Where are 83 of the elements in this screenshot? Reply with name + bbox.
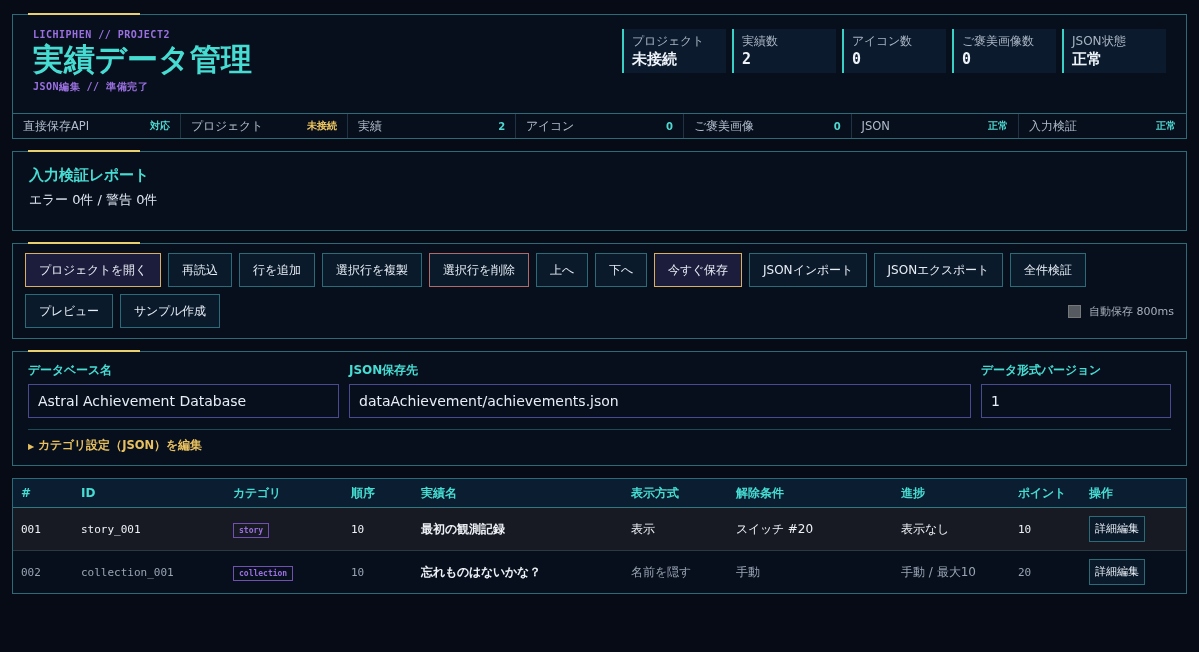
autosave-checkbox[interactable]	[1068, 304, 1082, 318]
stat-label: ご褒美画像数	[962, 33, 1035, 50]
edit-button[interactable]: 詳細編集	[1089, 559, 1145, 585]
toolbar-button[interactable]: 全件検証	[1010, 253, 1087, 287]
status-label: 直接保存API	[23, 118, 90, 134]
status-label: アイコン	[526, 118, 575, 134]
name-cell-text: 最初の観測記録	[421, 520, 506, 538]
field-label: JSON保存先	[349, 362, 420, 379]
breadcrumb: LICHIPHEN // PROJECT2	[33, 29, 171, 40]
field-label: データ形式バージョン	[981, 362, 1102, 379]
column-header: 順序	[351, 484, 376, 502]
column-header: 操作	[1089, 484, 1114, 502]
subtitle: JSON編集 // 準備完了	[33, 80, 150, 95]
status-label: JSON	[861, 119, 890, 133]
condition-cell-text: 手動	[736, 563, 761, 581]
column-header: #	[21, 486, 33, 500]
progress-cell-text: 手動 / 最大10	[901, 563, 977, 581]
status-value: 正常	[988, 119, 1009, 133]
status-value: 正常	[1156, 119, 1177, 133]
status-value: 2	[498, 120, 506, 132]
condition-cell-text: スイッチ #20	[736, 520, 815, 538]
stat-value: 正常	[1072, 50, 1103, 69]
column-header: 実績名	[421, 484, 458, 502]
points-cell-text: 20	[1018, 565, 1033, 579]
stat-value: 2	[742, 50, 753, 68]
column-header: ID	[81, 486, 97, 500]
toolbar-button[interactable]: 上へ	[536, 253, 588, 287]
status-label: ご褒美画像	[693, 118, 754, 134]
status-value: 0	[665, 120, 673, 132]
toolbar-button[interactable]: 行を追加	[239, 253, 315, 287]
id-cell-text: collection_001	[81, 565, 175, 579]
page-title: 実績データ管理	[33, 42, 252, 77]
display-cell-text: 表示	[631, 520, 656, 538]
stat-value: 0	[852, 50, 863, 68]
status-label: 実績	[358, 118, 383, 134]
toolbar-button[interactable]: 今すぐ保存	[654, 253, 742, 287]
toolbar-button[interactable]: JSONインポート	[749, 253, 867, 287]
toolbar-button[interactable]: 再読込	[168, 253, 232, 287]
toolbar-button[interactable]: プレビュー	[25, 294, 113, 328]
table-row[interactable]: 002 collection_001 collection 10 忘れものはないかな？ 名前を隠す 手動 手動 / 最大10 20 詳細編集	[13, 551, 1186, 593]
row-number: 002	[21, 565, 42, 579]
column-header: カテゴリ	[233, 484, 282, 502]
table-row[interactable]: 001 story_001 story 10 最初の観測記録 表示 スイッチ #20 表示なし 10 詳細編集	[13, 508, 1186, 551]
stat-label: プロジェクト	[632, 33, 705, 50]
field-label: データベース名	[28, 362, 113, 379]
row-number: 001	[21, 522, 42, 536]
status-value: 0	[833, 120, 841, 132]
autosave-label: 自動保存 800ms	[1089, 303, 1174, 319]
input-field[interactable]: dataAchievement/achievements.json	[349, 384, 971, 418]
id-cell-text: story_001	[81, 522, 142, 536]
name-cell-text: 忘れものはないかな？	[421, 563, 542, 581]
validation-summary: エラー 0件 / 警告 0件	[29, 191, 159, 209]
category-toggle[interactable]: ▶ カテゴリ設定（JSON）を編集	[28, 438, 1171, 453]
status-label: 入力検証	[1029, 118, 1078, 134]
toolbar-button[interactable]: サンプル作成	[120, 294, 220, 328]
stat-label: JSON状態	[1072, 33, 1127, 50]
column-header: 進捗	[901, 484, 926, 502]
stat-value: 0	[962, 50, 973, 68]
panel-title: 入力検証レポート	[29, 166, 150, 185]
category-tag: collection	[233, 566, 294, 581]
column-header: 表示方式	[631, 484, 680, 502]
status-value: 対応	[149, 119, 170, 133]
toolbar-button[interactable]: 選択行を複製	[322, 253, 422, 287]
edit-button[interactable]: 詳細編集	[1089, 516, 1145, 542]
toolbar-button[interactable]: プロジェクトを開く	[25, 253, 161, 287]
toolbar-button[interactable]: JSONエクスポート	[873, 253, 1004, 287]
toolbar-button[interactable]: 下へ	[595, 253, 647, 287]
points-cell-text: 10	[1018, 522, 1033, 536]
order-cell-text: 10	[351, 522, 366, 536]
input-field[interactable]: 1	[981, 384, 1171, 418]
column-header: ポイント	[1018, 484, 1067, 502]
column-header: 解除条件	[736, 484, 785, 502]
stat-value: 未接続	[632, 50, 678, 69]
stat-label: 実績数	[742, 33, 779, 50]
order-cell-text: 10	[351, 565, 366, 579]
display-cell-text: 名前を隠す	[631, 563, 692, 581]
toolbar-button[interactable]: 選択行を削除	[429, 253, 529, 287]
progress-cell-text: 表示なし	[901, 520, 950, 538]
input-field[interactable]: Astral Achievement Database	[28, 384, 339, 418]
status-label: プロジェクト	[190, 118, 263, 134]
category-tag: story	[233, 523, 270, 538]
stat-label: アイコン数	[852, 33, 913, 50]
status-value: 未接続	[307, 119, 338, 133]
